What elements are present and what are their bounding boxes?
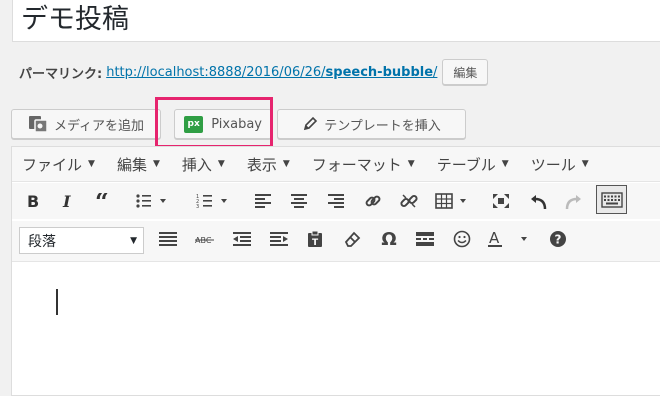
edit-permalink-button[interactable]: 編集 <box>442 59 489 85</box>
format-select-value: 段落 <box>28 233 56 250</box>
permalink-row: パーマリンク: http://localhost:8888/2016/06/26… <box>19 59 489 85</box>
pencil-icon <box>304 116 318 131</box>
menu-edit[interactable]: 編集 ▼ <box>117 154 160 175</box>
eraser-icon[interactable] <box>339 226 365 252</box>
permalink-link[interactable]: http://localhost:8888/2016/06/26/speech-… <box>106 65 437 80</box>
editor-toolbar-primary: B I “ 123 <box>12 183 660 219</box>
numbered-list-icon[interactable]: 123 <box>194 188 234 214</box>
svg-text:T: T <box>312 238 319 248</box>
menu-view-label: 表示 <box>246 155 277 174</box>
menu-insert[interactable]: 挿入 ▼ <box>182 154 225 175</box>
menu-tools-label: ツール <box>530 155 576 174</box>
align-center-icon[interactable] <box>286 188 312 214</box>
editor-toolbar-secondary: 段落 ▼ ABC T Ω A ? <box>12 221 660 262</box>
svg-text:A: A <box>489 230 500 247</box>
editor-menubar: ファイル ▼ 編集 ▼ 挿入 ▼ 表示 ▼ フォーマット ▼ テーブル ▼ ツール ▼ <box>12 147 660 182</box>
chevron-down-icon: ▼ <box>152 159 160 169</box>
align-right-icon[interactable] <box>323 188 349 214</box>
permalink-slug: speech-bubble <box>325 64 434 80</box>
chevron-down-icon: ▼ <box>88 159 95 169</box>
post-title-field[interactable]: デモ投稿 <box>12 0 660 42</box>
horizontal-rule-icon[interactable] <box>155 226 181 252</box>
outdent-icon[interactable] <box>229 226 255 252</box>
insert-template-button[interactable]: テンプレートを挿入 <box>277 109 466 139</box>
svg-text:?: ? <box>555 233 562 247</box>
menu-table[interactable]: テーブル ▼ <box>437 154 509 175</box>
pixabay-highlight-box <box>155 97 273 148</box>
bold-icon[interactable]: B <box>20 188 46 214</box>
help-icon[interactable]: ? <box>545 226 571 252</box>
undo-icon[interactable] <box>526 188 552 214</box>
chevron-down-icon: ▼ <box>282 159 290 169</box>
read-more-icon[interactable] <box>412 226 438 252</box>
redo-icon[interactable] <box>560 188 586 214</box>
chevron-down-icon: ▼ <box>407 159 415 169</box>
blockquote-icon[interactable]: “ <box>92 188 118 214</box>
menu-format[interactable]: フォーマット ▼ <box>312 154 415 175</box>
menu-format-label: フォーマット <box>311 155 402 174</box>
fullscreen-icon[interactable] <box>488 188 514 214</box>
menu-edit-label: 編集 <box>116 155 147 174</box>
text-color-icon[interactable]: A <box>486 226 534 252</box>
menu-file[interactable]: ファイル ▼ <box>22 154 95 175</box>
editor-content-area[interactable] <box>12 262 660 395</box>
post-title-text: デモ投稿 <box>21 4 129 35</box>
paste-text-icon[interactable]: T <box>302 226 328 252</box>
chevron-down-icon: ▼ <box>501 159 509 169</box>
menu-file-label: ファイル <box>22 155 83 174</box>
chevron-down-icon: ▼ <box>581 159 589 169</box>
svg-text:“: “ <box>95 193 109 209</box>
media-icon <box>28 116 48 133</box>
italic-icon[interactable]: I <box>55 188 81 214</box>
svg-text:B: B <box>27 193 39 209</box>
table-icon[interactable] <box>433 188 473 214</box>
text-cursor <box>56 289 58 315</box>
menu-insert-label: 挿入 <box>181 155 212 174</box>
menu-tools[interactable]: ツール ▼ <box>531 154 589 175</box>
indent-icon[interactable] <box>266 226 292 252</box>
unlink-icon[interactable] <box>396 188 422 214</box>
keyboard-icon[interactable] <box>596 185 627 214</box>
omega-icon[interactable]: Ω <box>376 226 402 252</box>
permalink-url-base: http://localhost:8888/2016/06/26/ <box>106 64 326 80</box>
insert-template-label: テンプレートを挿入 <box>324 118 441 134</box>
svg-text:3: 3 <box>196 204 199 209</box>
menu-table-label: テーブル <box>436 155 496 174</box>
chevron-down-icon: ▼ <box>217 159 225 169</box>
link-icon[interactable] <box>360 188 386 214</box>
emoticon-icon[interactable] <box>449 226 475 252</box>
chevron-down-icon: ▼ <box>130 235 137 246</box>
format-select[interactable]: 段落 ▼ <box>19 227 144 254</box>
permalink-trailing: / <box>433 64 438 80</box>
add-media-button[interactable]: メディアを追加 <box>11 109 161 139</box>
permalink-label: パーマリンク: <box>19 66 103 82</box>
svg-text:I: I <box>62 193 71 209</box>
menu-view[interactable]: 表示 ▼ <box>247 154 290 175</box>
bullet-list-icon[interactable] <box>133 188 173 214</box>
editor: ファイル ▼ 編集 ▼ 挿入 ▼ 表示 ▼ フォーマット ▼ テーブル ▼ ツール ▼ B I… <box>11 146 660 396</box>
add-media-label: メディアを追加 <box>53 118 145 134</box>
align-left-icon[interactable] <box>250 188 276 214</box>
strikethrough-icon[interactable]: ABC <box>192 226 218 252</box>
